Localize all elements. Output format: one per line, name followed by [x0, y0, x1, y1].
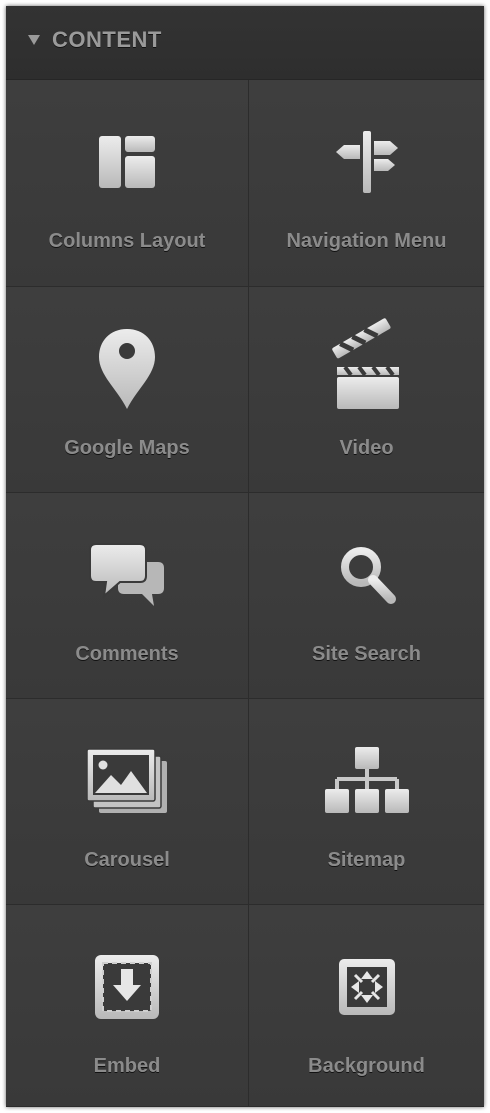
- image-stack-icon: [86, 741, 167, 821]
- widget-label: Site Search: [312, 643, 421, 665]
- widget-columns-layout[interactable]: Columns Layout: [6, 80, 249, 287]
- widget-label: Embed: [93, 1055, 161, 1077]
- widget-label: Navigation Menu: [286, 230, 447, 252]
- signpost-icon: [327, 122, 407, 202]
- collapse-triangle-icon[interactable]: [28, 34, 40, 45]
- widget-background[interactable]: Background: [249, 905, 484, 1107]
- widget-label: Columns Layout: [48, 230, 206, 252]
- widget-carousel[interactable]: Carousel: [6, 699, 249, 905]
- widget-video[interactable]: Video: [249, 287, 484, 493]
- widget-sitemap[interactable]: Sitemap: [249, 699, 484, 905]
- widget-grid: Columns Layout Navigation Menu Google Ma…: [6, 80, 484, 1107]
- background-expand-icon: [327, 947, 407, 1027]
- widget-embed[interactable]: Embed: [6, 905, 249, 1107]
- clapperboard-icon: [327, 318, 407, 409]
- sitemap-icon: [324, 741, 409, 821]
- map-pin-icon: [87, 329, 167, 409]
- speech-bubbles-icon: [87, 535, 167, 615]
- widget-label: Video: [339, 437, 394, 459]
- magnifier-icon: [327, 535, 407, 615]
- widget-label: Carousel: [84, 849, 170, 871]
- widget-label: Sitemap: [327, 849, 406, 871]
- section-title: CONTENT: [52, 26, 162, 52]
- widget-label: Comments: [75, 643, 179, 665]
- widget-site-search[interactable]: Site Search: [249, 493, 484, 699]
- widget-comments[interactable]: Comments: [6, 493, 249, 699]
- widget-label: Background: [308, 1055, 425, 1077]
- embed-download-icon: [87, 947, 167, 1027]
- content-section-header[interactable]: CONTENT: [6, 6, 484, 80]
- widget-navigation-menu[interactable]: Navigation Menu: [249, 80, 484, 287]
- widget-google-maps[interactable]: Google Maps: [6, 287, 249, 493]
- widget-label: Google Maps: [64, 437, 190, 459]
- columns-layout-icon: [87, 122, 167, 202]
- content-panel: CONTENT Columns Layout Navigation Menu G…: [6, 6, 484, 1107]
